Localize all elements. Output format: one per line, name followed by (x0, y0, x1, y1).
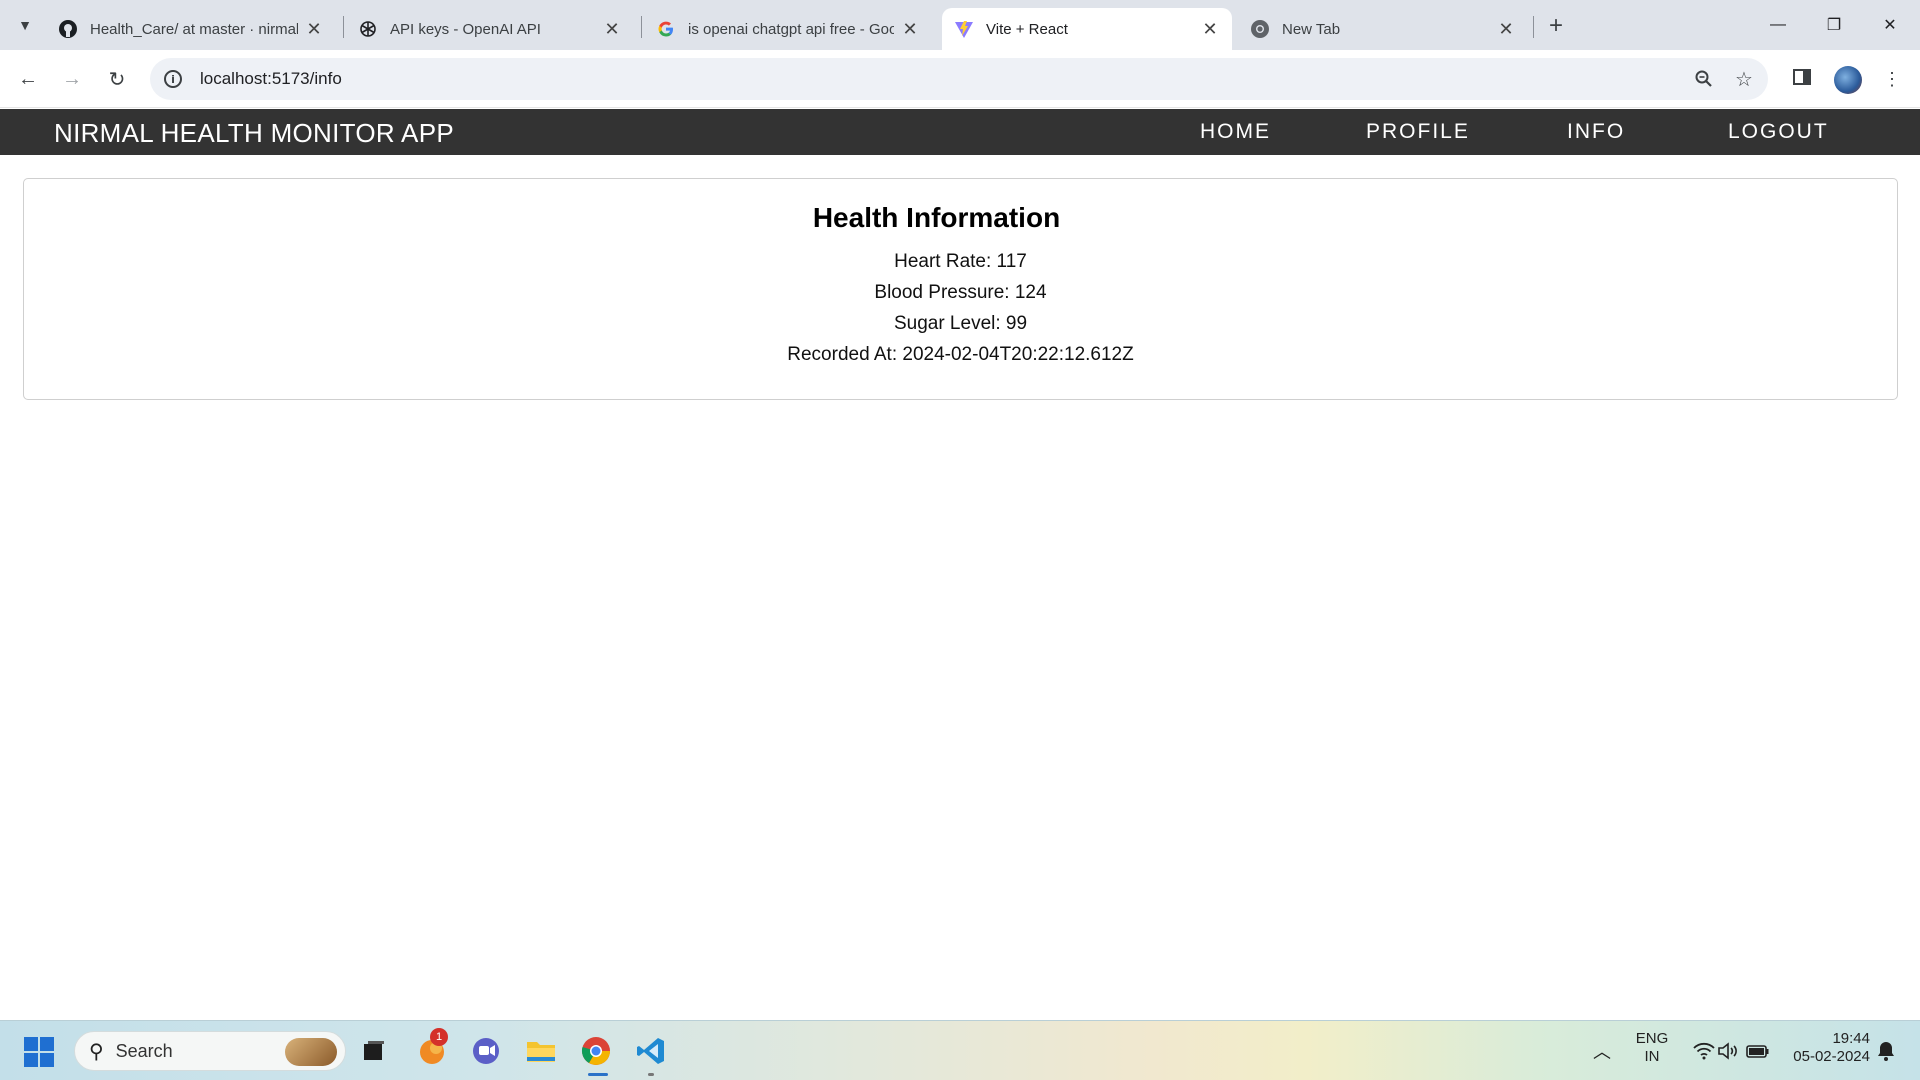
close-tab-icon[interactable]: ✕ (1200, 19, 1220, 39)
tab-divider (343, 16, 344, 38)
vscode-icon[interactable] (633, 1033, 669, 1069)
reload-icon: ↻ (108, 68, 126, 91)
teams-chat-icon[interactable] (468, 1033, 504, 1069)
active-app-indicator (588, 1073, 608, 1076)
tab-google[interactable]: is openai chatgpt api free - Goo ✕ (644, 8, 932, 50)
region-code: IN (1644, 1048, 1660, 1065)
chrome-taskbar-icon[interactable] (578, 1033, 614, 1069)
notifications-icon[interactable] (1868, 1033, 1904, 1069)
restore-button[interactable]: ❐ (1806, 0, 1862, 50)
file-explorer-icon[interactable] (523, 1033, 559, 1069)
heart-rate-field: Heart Rate: 117 (894, 251, 1027, 272)
search-icon: ⚲ (89, 1040, 104, 1063)
google-icon (656, 19, 676, 39)
chevron-up-icon: ︿ (1593, 1042, 1611, 1062)
tab-divider (1533, 16, 1534, 38)
chrome-icon (1250, 19, 1270, 39)
health-info-card: Health Information Heart Rate: 117 Blood… (23, 178, 1898, 400)
show-hidden-icons[interactable]: ︿ (1584, 1033, 1620, 1069)
taskbar-search-label: Search (115, 1040, 173, 1061)
side-panel-button[interactable] (1786, 63, 1818, 95)
close-window-button[interactable]: ✕ (1862, 0, 1918, 50)
close-tab-icon[interactable]: ✕ (900, 19, 920, 39)
vite-icon (954, 19, 974, 39)
nav-home[interactable]: HOME (1200, 120, 1271, 144)
restore-icon: ❐ (1826, 17, 1842, 34)
tab-search-button[interactable]: ▼ (10, 10, 40, 40)
running-app-indicator (648, 1073, 654, 1076)
chevron-down-icon: ▼ (18, 17, 32, 33)
url-text[interactable]: localhost:5173/info (200, 69, 1688, 89)
profile-avatar[interactable] (1834, 66, 1862, 94)
tab-strip: ▼ Health_Care/ at master · nirmalj ✕ API… (0, 0, 1920, 50)
language-indicator[interactable]: ENG IN (1630, 1030, 1674, 1066)
tab-title: Health_Care/ at master · nirmalj (90, 20, 298, 38)
sugar-level-field: Sugar Level: 99 (893, 313, 1028, 334)
nav-info[interactable]: INFO (1567, 120, 1625, 144)
menu-button[interactable]: ⋮ (1876, 63, 1908, 95)
search-highlight-image (285, 1038, 337, 1066)
clock[interactable]: 19:44 05-02-2024 (1782, 1030, 1870, 1066)
clock-time: 19:44 (1832, 1030, 1870, 1047)
side-panel-icon (1792, 67, 1812, 92)
recorded-at-field: Recorded At: 2024-02-04T20:22:12.612Z (787, 344, 1134, 365)
lang-code: ENG (1635, 1030, 1669, 1047)
address-bar[interactable]: i localhost:5173/info ☆ (150, 58, 1768, 100)
tab-openai[interactable]: API keys - OpenAI API ✕ (346, 8, 634, 50)
tab-title: API keys - OpenAI API (390, 20, 541, 38)
taskbar-search[interactable]: ⚲ Search (74, 1031, 346, 1071)
tab-divider (641, 16, 642, 38)
task-view-icon[interactable] (356, 1033, 392, 1069)
close-tab-icon[interactable]: ✕ (304, 19, 324, 39)
arrow-right-icon: → (62, 67, 82, 90)
page-title: Health Information (812, 202, 1061, 233)
new-tab-button[interactable]: + (1542, 12, 1570, 40)
zoom-icon[interactable] (1688, 63, 1720, 95)
site-info-icon[interactable]: i (164, 70, 182, 88)
tab-vite-react[interactable]: Vite + React ✕ (942, 8, 1232, 50)
close-tab-icon[interactable]: ✕ (1496, 19, 1516, 39)
close-icon: ✕ (1883, 17, 1897, 34)
bookmark-star-icon[interactable]: ☆ (1728, 63, 1760, 95)
clock-date: 05-02-2024 (1793, 1048, 1870, 1065)
reload-button[interactable]: ↻ (101, 63, 133, 95)
minimize-icon: — (1770, 16, 1786, 33)
openai-icon (358, 19, 378, 39)
nav-logout[interactable]: LOGOUT (1728, 120, 1829, 144)
tab-title: is openai chatgpt api free - Goo (688, 20, 894, 38)
notification-badge: 1 (430, 1028, 448, 1046)
more-vertical-icon: ⋮ (1883, 68, 1901, 89)
browser-toolbar: ← → ↻ i localhost:5173/info ☆ ⋮ (0, 50, 1920, 108)
github-icon (58, 19, 78, 39)
close-tab-icon[interactable]: ✕ (602, 19, 622, 39)
app-brand[interactable]: NIRMAL HEALTH MONITOR APP (54, 118, 454, 149)
app-header: NIRMAL HEALTH MONITOR APP HOME PROFILE I… (0, 109, 1920, 155)
back-button[interactable]: ← (12, 63, 44, 95)
battery-icon[interactable] (1740, 1033, 1776, 1069)
tab-title: New Tab (1282, 20, 1341, 38)
minimize-button[interactable]: — (1750, 0, 1806, 50)
forward-button[interactable]: → (56, 63, 88, 95)
windows-start-icon[interactable] (24, 1037, 54, 1067)
arrow-left-icon: ← (18, 67, 38, 90)
nav-profile[interactable]: PROFILE (1366, 120, 1470, 144)
blood-pressure-field: Blood Pressure: 124 (874, 282, 1047, 303)
plus-icon: + (1548, 12, 1563, 39)
tab-new-tab[interactable]: New Tab ✕ (1238, 8, 1528, 50)
tab-title: Vite + React (986, 20, 1068, 38)
tab-github[interactable]: Health_Care/ at master · nirmalj ✕ (46, 8, 336, 50)
